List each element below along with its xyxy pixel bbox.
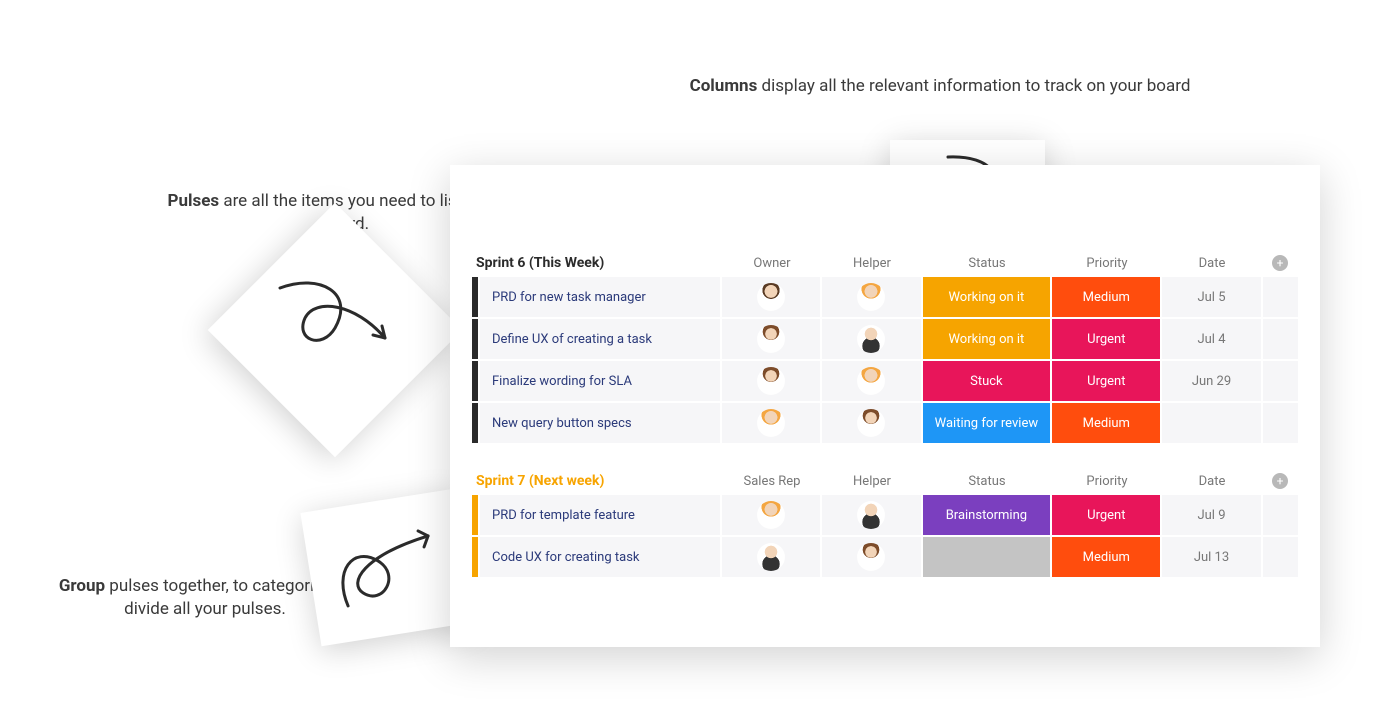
group: Sprint 6 (This Week)OwnerHelperStatusPri… [472,255,1298,443]
pulse-name[interactable]: New query button specs [480,403,720,443]
priority-cell[interactable]: Medium [1052,537,1160,577]
pulse-name[interactable]: Finalize wording for SLA [480,361,720,401]
group: Sprint 7 (Next week)Sales RepHelperStatu… [472,473,1298,577]
group-title[interactable]: Sprint 7 (Next week) [472,473,722,489]
plus-icon: + [1272,255,1288,271]
row-extra [1263,277,1298,317]
note-card-pulses [208,203,463,458]
helper-cell[interactable] [822,537,920,577]
date-cell[interactable]: Jul 13 [1162,537,1260,577]
avatar [857,409,885,437]
column-header[interactable]: Priority [1052,256,1162,271]
row-accent [472,403,478,443]
table-row: Code UX for creating task MediumJul 13 [472,537,1298,577]
pulse-name[interactable]: PRD for new task manager [480,277,720,317]
avatar [757,501,785,529]
pulse-name[interactable]: Define UX of creating a task [480,319,720,359]
avatar [757,543,785,571]
owner-cell[interactable] [722,495,820,535]
status-cell[interactable] [923,537,1051,577]
avatar [757,367,785,395]
owner-cell[interactable] [722,361,820,401]
table-row: Finalize wording for SLA StuckUrgentJun 2… [472,361,1298,401]
status-cell[interactable]: Waiting for review [923,403,1051,443]
group-header: Sprint 7 (Next week)Sales RepHelperStatu… [472,473,1298,495]
avatar [857,501,885,529]
avatar [857,325,885,353]
row-extra [1263,403,1298,443]
arrow-up-right-loop-icon [323,511,453,621]
column-header[interactable]: Date [1162,256,1262,271]
helper-cell[interactable] [822,403,920,443]
callout-pulses-bold: Pulses [167,191,219,211]
helper-cell[interactable] [822,319,920,359]
pulse-name[interactable]: PRD for template feature [480,495,720,535]
priority-cell[interactable]: Medium [1052,277,1160,317]
row-accent [472,277,478,317]
add-column[interactable]: + [1262,473,1298,489]
owner-cell[interactable] [722,537,820,577]
helper-cell[interactable] [822,277,920,317]
row-extra [1263,537,1298,577]
pulse-name[interactable]: Code UX for creating task [480,537,720,577]
column-header[interactable]: Sales Rep [722,474,822,489]
callout-columns-text: display all the relevant information to … [757,76,1190,96]
column-header[interactable]: Date [1162,474,1262,489]
date-cell[interactable]: Jun 29 [1162,361,1260,401]
owner-cell[interactable] [722,403,820,443]
status-cell[interactable]: Stuck [923,361,1051,401]
helper-cell[interactable] [822,361,920,401]
column-header[interactable]: Owner [722,256,822,271]
group-title[interactable]: Sprint 6 (This Week) [472,255,722,271]
date-cell[interactable]: Jul 4 [1162,319,1260,359]
avatar [757,325,785,353]
priority-cell[interactable]: Urgent [1052,495,1160,535]
helper-cell[interactable] [822,495,920,535]
column-header[interactable]: Status [922,474,1052,489]
owner-cell[interactable] [722,319,820,359]
avatar [757,283,785,311]
table-row: New query button specs Waiting for review… [472,403,1298,443]
column-header[interactable]: Status [922,256,1052,271]
priority-cell[interactable]: Urgent [1052,361,1160,401]
plus-icon: + [1272,473,1288,489]
column-header[interactable]: Helper [822,474,922,489]
row-accent [472,495,478,535]
owner-cell[interactable] [722,277,820,317]
status-cell[interactable]: Working on it [923,277,1051,317]
callout-group: Group pulses together, to categorize or … [55,575,355,621]
date-cell[interactable]: Jul 9 [1162,495,1260,535]
avatar [857,367,885,395]
status-cell[interactable]: Brainstorming [923,495,1051,535]
row-extra [1263,361,1298,401]
callout-columns: Columns display all the relevant informa… [660,75,1220,98]
group-header: Sprint 6 (This Week)OwnerHelperStatusPri… [472,255,1298,277]
row-accent [472,319,478,359]
avatar [757,409,785,437]
arrow-right-loop-icon [260,268,410,388]
priority-cell[interactable]: Medium [1052,403,1160,443]
column-header[interactable]: Priority [1052,474,1162,489]
row-accent [472,537,478,577]
note-card-group [300,489,474,647]
table-row: Define UX of creating a task Working on i… [472,319,1298,359]
add-column[interactable]: + [1262,255,1298,271]
avatar [857,283,885,311]
table-row: PRD for template feature BrainstormingUrg… [472,495,1298,535]
column-header[interactable]: Helper [822,256,922,271]
priority-cell[interactable]: Urgent [1052,319,1160,359]
date-cell[interactable] [1162,403,1260,443]
avatar [857,543,885,571]
board: Sprint 6 (This Week)OwnerHelperStatusPri… [450,165,1320,647]
date-cell[interactable]: Jul 5 [1162,277,1260,317]
callout-group-bold: Group [59,576,105,596]
row-extra [1263,495,1298,535]
row-extra [1263,319,1298,359]
table-row: PRD for new task manager Working on itMed… [472,277,1298,317]
row-accent [472,361,478,401]
callout-columns-bold: Columns [690,76,758,96]
status-cell[interactable]: Working on it [923,319,1051,359]
